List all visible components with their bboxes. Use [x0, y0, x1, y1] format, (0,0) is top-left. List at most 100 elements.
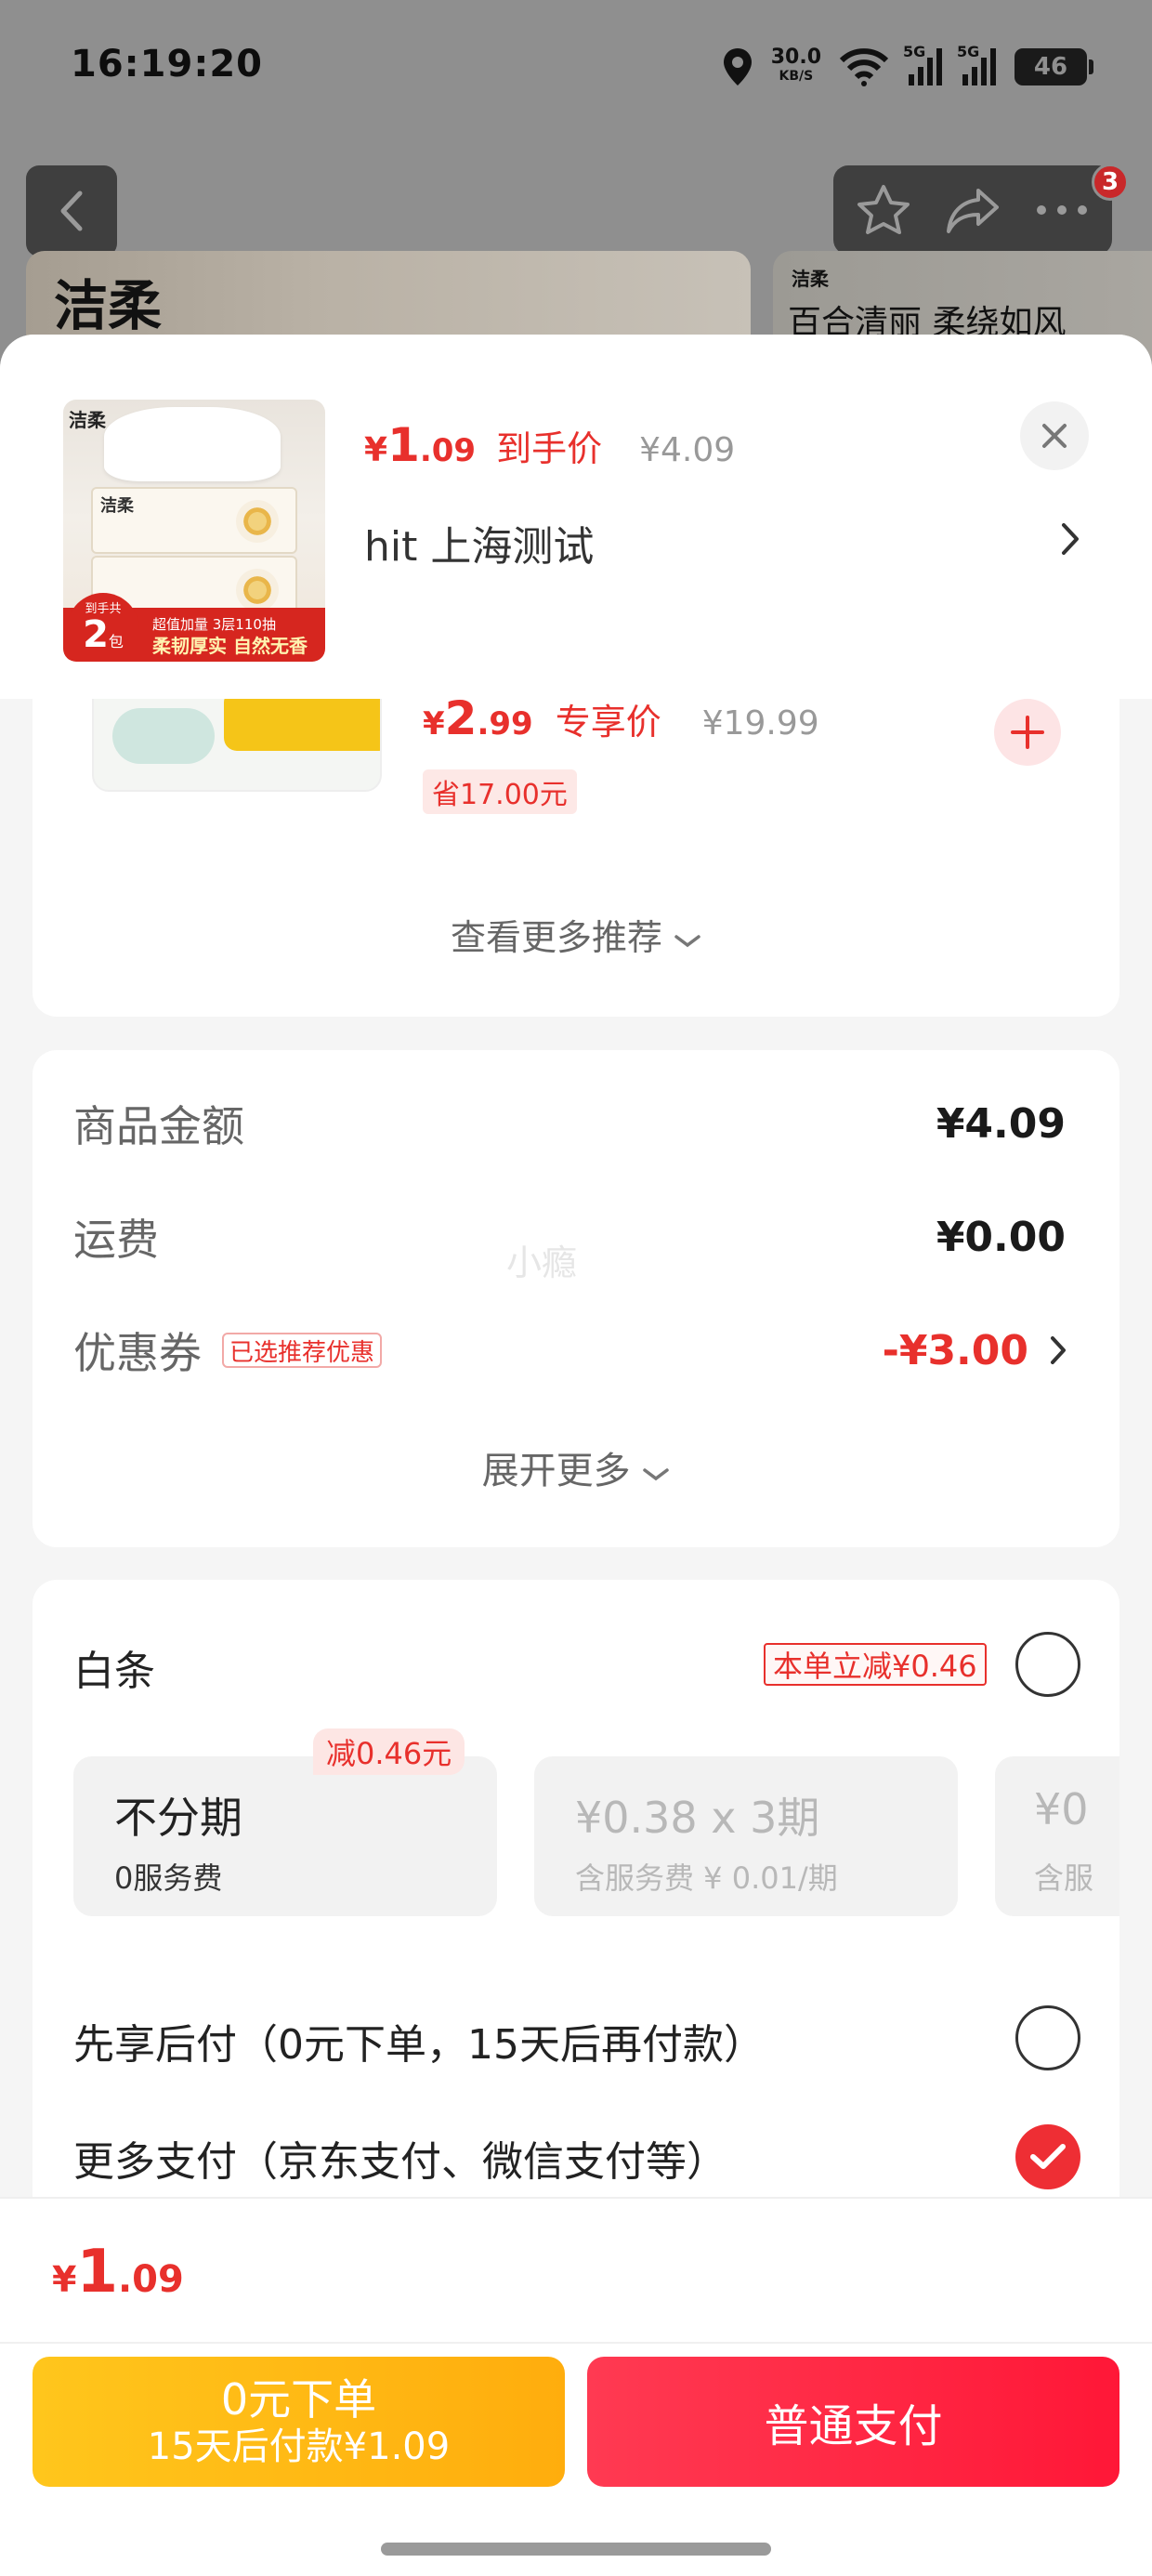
product-shape — [112, 708, 215, 764]
shipping-label: 运费 — [73, 1215, 159, 1265]
thumb-promo-line2: 柔韧厚实 自然无香 — [152, 635, 308, 657]
plus-icon — [1011, 716, 1044, 749]
add-recommendation-button[interactable] — [994, 699, 1061, 766]
plan-no-installment[interactable]: 不分期 0服务费 — [73, 1756, 497, 1916]
price-tag: 专享价 — [555, 702, 661, 743]
payment-methods-card: 白条 本单立减¥0.46 减0.46元 不分期 0服务费 ¥0.38 x 3期 … — [33, 1580, 1119, 2267]
baitiao-radio[interactable] — [1015, 1632, 1080, 1697]
status-icons: 30.0 KB/S 5G 5G 46 — [721, 41, 1093, 93]
final-price: ¥ 1 .09 到手价 ¥4.09 — [364, 418, 735, 472]
signal-5g-1: 5G — [903, 43, 944, 85]
price-integer: 2 — [444, 691, 478, 745]
star-icon — [857, 185, 910, 234]
pay-later-radio[interactable] — [1015, 2005, 1080, 2070]
delivery-address[interactable]: hit 上海测试 — [364, 513, 594, 572]
plan-main: 不分期 — [114, 1793, 242, 1843]
top-action-bar — [833, 165, 1112, 255]
plan-sub: 含服务费 ¥ 0.01/期 — [575, 1860, 838, 1896]
share-icon — [947, 189, 999, 233]
share-button[interactable] — [931, 168, 1015, 252]
more-payment-option[interactable]: 更多支付（京东支付、微信支付等） — [73, 2128, 727, 2188]
regular-pay-button[interactable]: 普通支付 — [587, 2357, 1119, 2487]
view-more-label: 查看更多推荐 — [450, 917, 662, 958]
shipping-value: ¥0.00 — [936, 1213, 1066, 1261]
battery-icon: 46 — [1015, 48, 1093, 85]
plan-3-installments[interactable]: ¥0.38 x 3期 含服务费 ¥ 0.01/期 — [534, 1756, 958, 1916]
expand-more[interactable]: 展开更多 — [33, 1440, 1119, 1494]
more-payment-radio[interactable] — [1015, 2124, 1080, 2189]
goods-amount-label: 商品金额 — [73, 1101, 244, 1151]
chevron-down-icon — [674, 935, 700, 948]
product-thumbnail: 洁柔 洁柔 到手共 2包 超值加量 3层110抽 柔韧厚实 自然无香 — [63, 400, 325, 662]
checkout-bottom-bar: ¥ 1 .09 0元下单 15天后付款¥1.09 普通支付 — [0, 2197, 1152, 2576]
price-tag: 到手价 — [496, 428, 603, 469]
brand-logo: 洁柔 — [54, 274, 163, 337]
summary-row-coupon[interactable]: 优惠券 已选推荐优惠 -¥3.00 — [73, 1320, 1067, 1381]
plan-main: ¥0.38 x 3期 — [575, 1793, 820, 1843]
price-summary-card: 商品金额 ¥4.09 运费 ¥0.00 小瘾 优惠券 已选推荐优惠 -¥3.00… — [33, 1050, 1119, 1547]
flower-icon — [236, 500, 279, 543]
coupon-value-group: -¥3.00 — [883, 1327, 1067, 1374]
pay-later-button[interactable]: 0元下单 15天后付款¥1.09 — [33, 2357, 565, 2487]
thumb-logo: 洁柔 — [69, 409, 106, 431]
status-bar: 16:19:20 30.0 KB/S 5G 5G 46 — [0, 0, 1152, 139]
price-integer: 1 — [387, 418, 420, 472]
count-number: 2 — [83, 613, 109, 656]
close-icon — [1042, 424, 1067, 448]
sheet-header: 洁柔 洁柔 到手共 2包 超值加量 3层110抽 柔韧厚实 自然无香 ¥ 1 .… — [0, 335, 1152, 699]
close-button[interactable] — [1020, 401, 1089, 470]
pay-later-line2: 15天后付款¥1.09 — [147, 2425, 451, 2468]
price-symbol: ¥ — [423, 705, 445, 743]
coupon-label: 优惠券 — [73, 1328, 202, 1378]
home-indicator[interactable] — [381, 2543, 771, 2556]
checkmark-icon — [1030, 2144, 1066, 2169]
count-unit: 包 — [108, 633, 124, 651]
back-button[interactable] — [26, 165, 117, 256]
plan-sub: 含服 — [1034, 1860, 1094, 1896]
plan-more-installments[interactable]: ¥0 含服 — [995, 1756, 1119, 1916]
chevron-right-icon[interactable] — [1059, 520, 1081, 558]
thumb-count-badge: 到手共 2包 — [67, 593, 139, 660]
brand-logo-small: 洁柔 — [792, 268, 829, 290]
tissue-image — [104, 407, 281, 481]
plan-discount-badge: 减0.46元 — [313, 1728, 465, 1775]
baitiao-label: 白条 — [73, 1648, 155, 1695]
more-dots-icon — [1037, 205, 1087, 215]
notification-badge: 3 — [1092, 164, 1129, 201]
pay-later-line1: 0元下单 — [220, 2374, 377, 2425]
expand-more-label: 展开更多 — [481, 1450, 631, 1492]
chevron-down-icon — [643, 1468, 670, 1481]
plan-main: ¥0 — [1034, 1784, 1089, 1834]
favorite-button[interactable] — [842, 168, 925, 252]
total-integer: 1 — [76, 2238, 118, 2307]
total-price: ¥ 1 .09 — [52, 2238, 184, 2307]
view-more-recommendations[interactable]: 查看更多推荐 — [33, 909, 1119, 960]
net-speed: 30.0 KB/S — [770, 46, 821, 85]
price-symbol: ¥ — [364, 431, 388, 469]
divider — [0, 2342, 1152, 2344]
coupon-value: -¥3.00 — [882, 1326, 1028, 1374]
status-time: 16:19:20 — [71, 43, 263, 85]
signal-5g-2: 5G — [957, 43, 998, 85]
installment-plans: 不分期 0服务费 ¥0.38 x 3期 含服务费 ¥ 0.01/期 ¥0 含服 — [73, 1756, 1119, 1935]
plan-sub: 0服务费 — [114, 1860, 223, 1896]
recommended-price: ¥ 2 .99 专享价 ¥19.99 — [423, 691, 819, 745]
original-price: ¥4.09 — [639, 431, 736, 469]
coupon-label-group: 优惠券 已选推荐优惠 — [73, 1320, 383, 1381]
background-product-page: 16:19:20 30.0 KB/S 5G 5G 46 3 洁柔 洁柔 百合清丽 … — [0, 0, 1152, 390]
savings-badge: 省17.00元 — [423, 769, 577, 814]
price-decimal: .99 — [477, 705, 533, 743]
total-symbol: ¥ — [52, 2259, 77, 2300]
wifi-icon — [839, 48, 889, 86]
price-decimal: .09 — [419, 432, 477, 469]
watermark: 小瘾 — [506, 1242, 578, 1283]
original-price: ¥19.99 — [701, 704, 819, 743]
chevron-right-icon — [1051, 1336, 1066, 1364]
pay-later-option[interactable]: 先享后付（0元下单，15天后再付款） — [73, 2011, 765, 2070]
baitiao-promo-tag: 本单立减¥0.46 — [764, 1643, 987, 1686]
tissue-pack: 洁柔 — [91, 487, 297, 554]
location-icon — [723, 48, 752, 85]
chevron-left-icon — [60, 191, 83, 231]
flower-icon — [236, 569, 279, 611]
total-decimal: .09 — [117, 2258, 184, 2301]
